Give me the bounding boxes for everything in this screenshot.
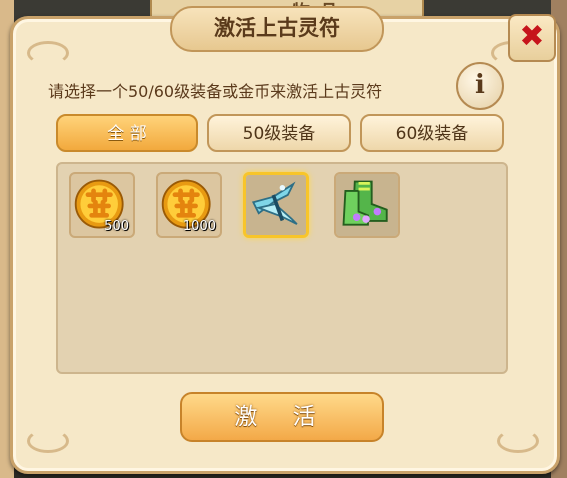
item-quantity: 500 xyxy=(104,219,129,234)
corner-ornament xyxy=(497,429,539,453)
info-icon: i xyxy=(475,70,485,100)
item-quantity: 1000 xyxy=(182,219,216,234)
item-slot-crossbow[interactable] xyxy=(243,172,309,238)
close-icon: ✖ xyxy=(519,19,545,54)
dialog-title-plate: 激活上古灵符 xyxy=(170,6,384,52)
crossbow-icon xyxy=(246,175,306,235)
info-button[interactable]: i xyxy=(456,62,504,110)
activate-button[interactable]: 激 活 xyxy=(180,392,384,442)
dialog-title: 激活上古灵符 xyxy=(214,16,340,40)
instruction-text: 请选择一个50/60级装备或金币来激活上古灵符 xyxy=(48,82,383,101)
item-slot-jade-boots[interactable] xyxy=(334,172,400,238)
close-button[interactable]: ✖ xyxy=(508,14,556,62)
tab-level-50-equipment[interactable]: 50级装备 xyxy=(207,114,351,152)
corner-ornament xyxy=(27,41,69,65)
corner-ornament xyxy=(27,429,69,453)
item-slot-gold-1000[interactable]: 1000 xyxy=(156,172,222,238)
jade-boots-icon xyxy=(336,174,398,236)
tab-level-60-equipment[interactable]: 60级装备 xyxy=(360,114,504,152)
tab-all[interactable]: 全 部 xyxy=(56,114,198,152)
item-slot-gold-500[interactable]: 500 xyxy=(69,172,135,238)
